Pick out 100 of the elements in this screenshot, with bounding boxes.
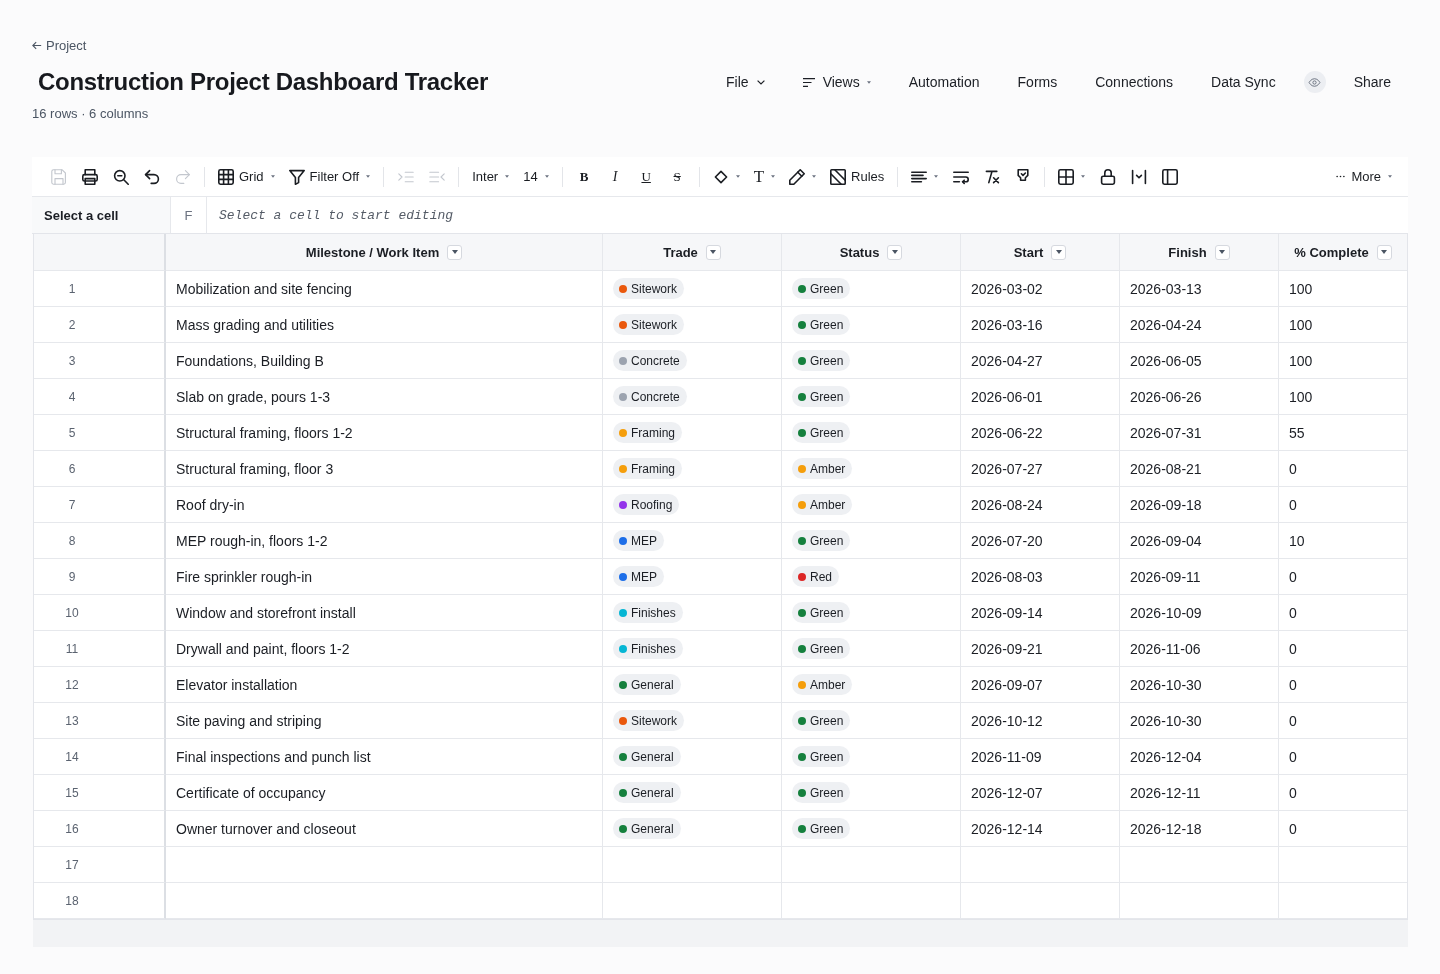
filter-button[interactable]: Filter Off xyxy=(284,164,375,189)
table-cell: 2026-09-11 xyxy=(1130,568,1201,585)
nav-link[interactable]: Data Sync xyxy=(1211,73,1276,91)
italic-button[interactable]: I xyxy=(602,164,628,189)
tag-label: Amber xyxy=(810,677,846,692)
row-number: 2 xyxy=(67,317,77,332)
share-button[interactable]: Share xyxy=(1353,73,1391,91)
nav-link[interactable]: Forms xyxy=(1017,73,1058,91)
rules-button[interactable]: Rules xyxy=(826,164,889,189)
table-cell: Roof dry-in xyxy=(176,496,245,513)
file-menu[interactable]: File xyxy=(726,73,765,91)
table-cell: Slab on grade, pours 1-3 xyxy=(176,388,331,405)
table-cell: 0 xyxy=(1289,496,1297,513)
table-summary: 16 rows · 6 columns xyxy=(32,105,150,123)
back-link[interactable]: Project xyxy=(32,37,87,54)
side-panel-icon xyxy=(1161,168,1178,185)
row-number: 5 xyxy=(67,425,77,440)
column-menu-button[interactable] xyxy=(705,244,721,260)
ellipsis-icon xyxy=(1336,175,1346,178)
column-header: Trade xyxy=(663,244,698,260)
diamond-icon xyxy=(712,168,729,185)
column-menu-button[interactable] xyxy=(887,244,903,260)
clear-format-icon xyxy=(983,168,1000,185)
row-number: 6 xyxy=(67,461,77,476)
row-number: 11 xyxy=(64,641,80,656)
tag-label: Green xyxy=(810,317,844,332)
nav-link[interactable]: Automation xyxy=(908,73,980,91)
table-cell: 2026-09-21 xyxy=(971,640,1043,657)
table-cell: 2026-09-18 xyxy=(1130,496,1202,513)
tag-label: Finishes xyxy=(631,641,676,656)
row-number: 9 xyxy=(67,569,77,584)
tag-label: Green xyxy=(810,641,844,656)
table-cell: Certificate of occupancy xyxy=(176,784,326,801)
strikethrough-button[interactable]: S xyxy=(664,164,690,189)
tag-label: MEP xyxy=(631,533,657,548)
table-cell: 2026-12-14 xyxy=(971,820,1043,837)
font-size-dropdown[interactable]: 14 xyxy=(519,164,553,189)
tag-label: General xyxy=(631,785,674,800)
font-dropdown[interactable]: Inter xyxy=(468,164,514,189)
table-cell: 2026-06-22 xyxy=(971,424,1043,441)
tag-label: Green xyxy=(810,749,844,764)
table-cell: MEP rough-in, floors 1-2 xyxy=(176,532,328,549)
caret-icon xyxy=(1388,175,1392,178)
column-menu-button[interactable] xyxy=(1051,244,1067,260)
arrow-left-icon xyxy=(32,41,42,50)
table-cell: 2026-12-07 xyxy=(971,784,1043,801)
text-wrap-icon xyxy=(952,168,969,185)
tag-label: Framing xyxy=(631,461,675,476)
column-menu-button[interactable] xyxy=(1214,244,1230,260)
redo-arrow-icon xyxy=(174,168,191,185)
undo-arrow-icon xyxy=(143,168,160,185)
views-menu[interactable]: Views xyxy=(802,73,871,91)
table-cell: 2026-12-11 xyxy=(1130,784,1201,801)
row-number: 3 xyxy=(67,353,77,368)
row-number: 4 xyxy=(67,389,77,404)
table-cell: Fire sprinkler rough-in xyxy=(176,568,313,585)
underline-button[interactable]: U xyxy=(633,164,659,189)
table-cell: Structural framing, floor 3 xyxy=(176,460,334,477)
chevron-down-icon xyxy=(756,79,765,85)
tag-label: General xyxy=(631,821,674,836)
text-color-button[interactable]: T xyxy=(749,164,780,189)
caret-icon xyxy=(505,175,510,178)
table-cell: 2026-06-01 xyxy=(971,388,1043,405)
funnel-icon xyxy=(288,168,305,185)
tag-label: Green xyxy=(810,389,844,404)
tag-label: Amber xyxy=(810,461,846,476)
caret-icon xyxy=(771,175,776,178)
column-menu-button[interactable] xyxy=(1376,244,1392,260)
table-cell: 100 xyxy=(1289,388,1313,405)
caret-icon xyxy=(366,175,371,178)
table-cell: 2026-03-02 xyxy=(971,280,1043,297)
table-cell: 2026-09-04 xyxy=(1130,532,1202,549)
table-cell: 2026-10-30 xyxy=(1130,712,1202,729)
table-cell: 2026-03-13 xyxy=(1130,280,1202,297)
table-cell: 0 xyxy=(1289,820,1297,837)
more-button[interactable]: More xyxy=(1332,164,1396,189)
tag-label: Amber xyxy=(810,497,846,512)
formula-input[interactable]: Select a cell to start editing xyxy=(207,197,1408,234)
grid-icon xyxy=(218,168,234,185)
bold-button[interactable]: B xyxy=(571,164,597,189)
column-menu-button[interactable] xyxy=(447,244,463,260)
table-cell: 2026-12-18 xyxy=(1130,820,1202,837)
row-number: 16 xyxy=(64,821,80,836)
table-cell: 2026-08-24 xyxy=(971,496,1043,513)
tag-label: Finishes xyxy=(631,605,676,620)
eye-icon[interactable] xyxy=(1303,71,1326,93)
caret-icon xyxy=(710,250,717,254)
table-cell: 100 xyxy=(1289,316,1313,333)
lock-icon xyxy=(1099,168,1116,185)
tag-label: Sitework xyxy=(631,317,677,332)
column-header: Status xyxy=(839,244,880,260)
printer-icon xyxy=(81,168,98,185)
row-number: 10 xyxy=(64,605,80,620)
table-cell: 0 xyxy=(1289,748,1297,765)
tag-label: Green xyxy=(810,821,844,836)
tag-label: Green xyxy=(810,425,844,440)
hatched-square-icon xyxy=(830,168,847,185)
table-cell: Structural framing, floors 1-2 xyxy=(176,424,353,441)
grid-view-button[interactable]: Grid xyxy=(214,164,279,189)
nav-link[interactable]: Connections xyxy=(1095,73,1174,91)
